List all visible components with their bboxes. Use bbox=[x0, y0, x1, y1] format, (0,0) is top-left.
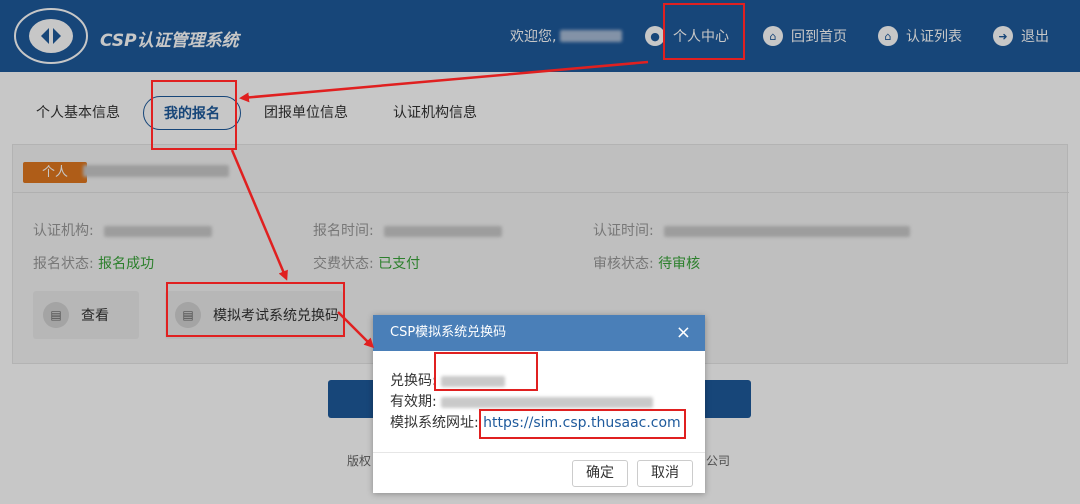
arrow-to-my-registration bbox=[239, 60, 649, 103]
arrow-to-dialog bbox=[337, 311, 375, 349]
arrow-to-exchange-button bbox=[230, 149, 288, 281]
annotation-arrows bbox=[230, 60, 649, 349]
